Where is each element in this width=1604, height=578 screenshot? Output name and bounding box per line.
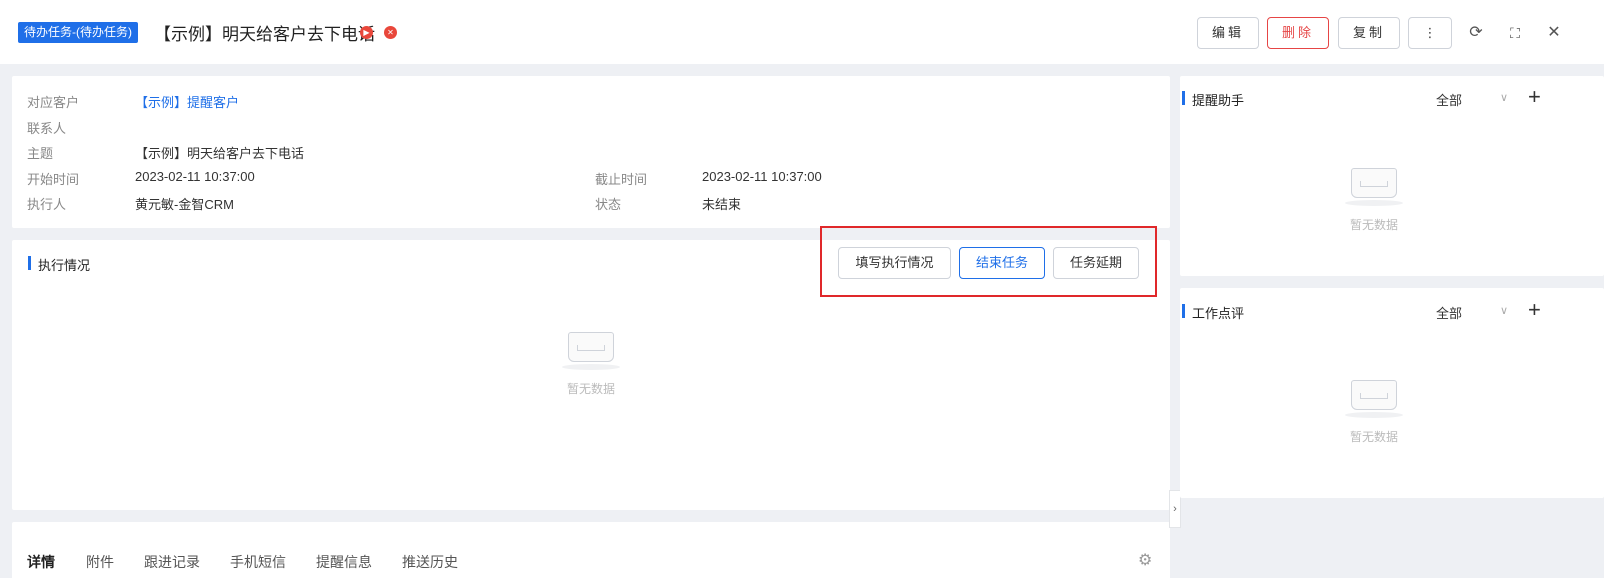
reminder-title: 提醒助手 [1182, 90, 1244, 109]
tab-details[interactable]: 详情 [27, 552, 55, 572]
add-reminder-icon[interactable]: + [1528, 86, 1541, 108]
tab-reminders[interactable]: 提醒信息 [316, 552, 372, 572]
task-type-tag: 待办任务-(待办任务) [18, 22, 138, 43]
execution-empty-state: 暂无数据 [560, 332, 622, 397]
tab-push-history[interactable]: 推送历史 [402, 552, 458, 572]
deadline-value: 2023-02-11 10:37:00 [702, 169, 822, 184]
close-circle-icon[interactable]: ✕ [384, 26, 397, 39]
copy-button[interactable]: 复制 [1338, 17, 1400, 49]
page-title: 【示例】明天给客户去下电话 [154, 25, 375, 44]
gear-icon[interactable]: ⚙ [1138, 550, 1152, 570]
refresh-icon[interactable]: ⟳ [1465, 22, 1487, 44]
contact-label: 联系人 [27, 121, 67, 136]
page-header: 待办任务-(待办任务) 【示例】明天给客户去下电话 ▶ ✕ 编辑 删除 复制 ⋮… [0, 0, 1604, 64]
chevron-down-icon[interactable]: ∨ [1500, 91, 1508, 104]
status-label: 状态 [595, 197, 622, 212]
edit-button[interactable]: 编辑 [1197, 17, 1259, 49]
more-button[interactable]: ⋮ [1408, 17, 1452, 49]
customer-link[interactable]: 【示例】提醒客户 [135, 92, 239, 111]
empty-text: 暂无数据 [566, 382, 615, 396]
left-edge [0, 64, 3, 444]
reminder-empty-state: 暂无数据 [1343, 168, 1405, 233]
add-review-icon[interactable]: + [1528, 299, 1541, 321]
executor-label: 执行人 [27, 197, 67, 212]
tab-followups[interactable]: 跟进记录 [144, 552, 200, 572]
subject-label: 主题 [27, 146, 54, 161]
highlight-box [820, 226, 1157, 297]
empty-text: 暂无数据 [1349, 430, 1398, 444]
task-info-card: 对应客户 【示例】提醒客户 联系人 主题 【示例】明天给客户去下电话 开始时间 … [12, 76, 1170, 228]
review-filter-select[interactable]: 全部 [1436, 303, 1462, 322]
execution-title: 执行情况 [28, 255, 90, 274]
detail-tabs: 详情 附件 跟进记录 手机短信 提醒信息 推送历史 ⚙ [12, 522, 1170, 578]
customer-label: 对应客户 [27, 95, 80, 110]
review-panel: 工作点评 全部 ∨ + 暂无数据 [1180, 288, 1604, 498]
fullscreen-icon[interactable]: ⛶ [1504, 22, 1526, 44]
status-value: 未结束 [702, 197, 742, 212]
close-icon[interactable]: ✕ [1543, 22, 1565, 44]
delete-button[interactable]: 删除 [1267, 17, 1329, 49]
executor-value: 黄元敏-金智CRM [135, 197, 234, 212]
deadline-label: 截止时间 [595, 172, 648, 187]
start-time-label: 开始时间 [27, 172, 80, 187]
reminder-filter-select[interactable]: 全部 [1436, 90, 1462, 109]
empty-box-icon [1351, 380, 1397, 410]
review-empty-state: 暂无数据 [1343, 380, 1405, 445]
review-title: 工作点评 [1182, 303, 1244, 322]
empty-text: 暂无数据 [1349, 218, 1398, 232]
start-time-value: 2023-02-11 10:37:00 [135, 169, 255, 184]
play-icon[interactable]: ▶ [360, 26, 373, 39]
chevron-down-icon[interactable]: ∨ [1500, 304, 1508, 317]
reminder-panel: 提醒助手 全部 ∨ + 暂无数据 [1180, 76, 1604, 276]
empty-box-icon [1351, 168, 1397, 198]
tab-attachments[interactable]: 附件 [86, 552, 114, 572]
subject-value: 【示例】明天给客户去下电话 [135, 146, 305, 161]
empty-box-icon [568, 332, 614, 362]
tab-sms[interactable]: 手机短信 [230, 552, 286, 572]
